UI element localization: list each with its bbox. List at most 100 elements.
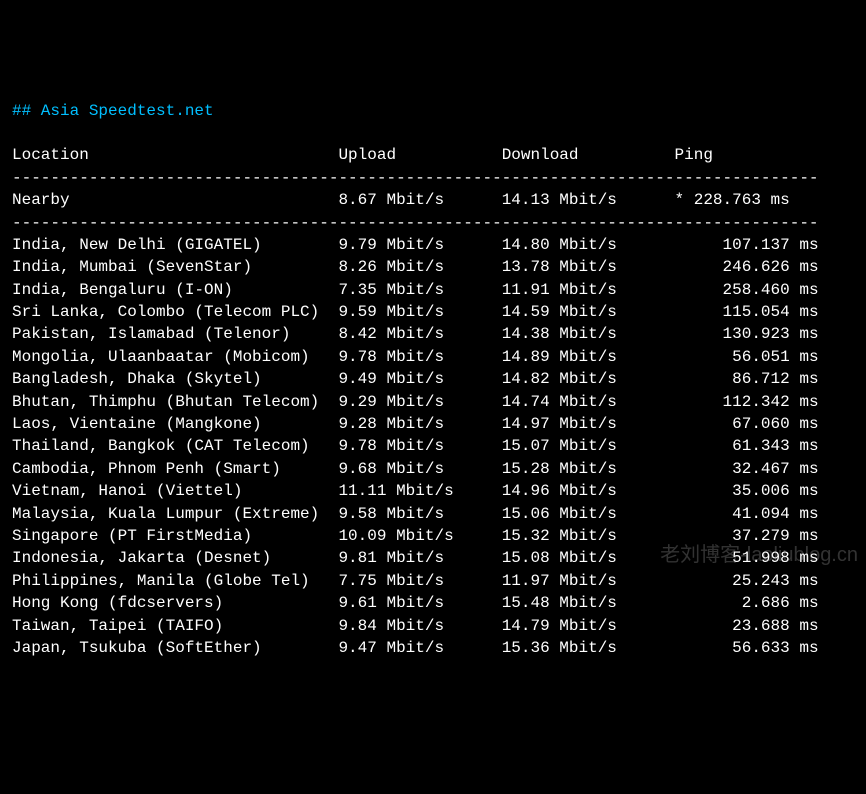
table-row: India, Mumbai (SevenStar) 8.26 Mbit/s 13… xyxy=(12,258,819,276)
cell-location: India, Bengaluru (I-ON) xyxy=(12,281,338,299)
cell-upload: 9.29 Mbit/s xyxy=(338,393,501,411)
cell-ping: 51.998 ms xyxy=(675,549,819,567)
cell-location: Cambodia, Phnom Penh (Smart) xyxy=(12,460,338,478)
cell-ping: 67.060 ms xyxy=(675,415,819,433)
cell-upload: 10.09 Mbit/s xyxy=(338,527,501,545)
cell-location: Singapore (PT FirstMedia) xyxy=(12,527,338,545)
cell-ping: 35.006 ms xyxy=(675,482,819,500)
cell-location: Thailand, Bangkok (CAT Telecom) xyxy=(12,437,338,455)
terminal-output: ## Asia Speedtest.net Location Upload Do… xyxy=(12,100,854,660)
cell-ping: 32.467 ms xyxy=(675,460,819,478)
table-row: Thailand, Bangkok (CAT Telecom) 9.78 Mbi… xyxy=(12,437,819,455)
cell-download: 15.07 Mbit/s xyxy=(502,437,675,455)
cell-download: 14.82 Mbit/s xyxy=(502,370,675,388)
cell-download: 11.97 Mbit/s xyxy=(502,572,675,590)
table-row: India, New Delhi (GIGATEL) 9.79 Mbit/s 1… xyxy=(12,236,819,254)
cell-ping: 2.686 ms xyxy=(675,594,819,612)
cell-download: 14.59 Mbit/s xyxy=(502,303,675,321)
cell-location: Taiwan, Taipei (TAIFO) xyxy=(12,617,338,635)
cell-download: 14.89 Mbit/s xyxy=(502,348,675,366)
divider: ----------------------------------------… xyxy=(12,169,819,187)
cell-ping: 107.137 ms xyxy=(675,236,819,254)
table-row: Taiwan, Taipei (TAIFO) 9.84 Mbit/s 14.79… xyxy=(12,617,819,635)
cell-download: 13.78 Mbit/s xyxy=(502,258,675,276)
cell-upload: 11.11 Mbit/s xyxy=(338,482,501,500)
cell-location: Hong Kong (fdcservers) xyxy=(12,594,338,612)
table-row: Laos, Vientaine (Mangkone) 9.28 Mbit/s 1… xyxy=(12,415,819,433)
column-header-upload: Upload xyxy=(338,146,501,164)
cell-location: Laos, Vientaine (Mangkone) xyxy=(12,415,338,433)
cell-download: 15.36 Mbit/s xyxy=(502,639,675,657)
cell-location: Pakistan, Islamabad (Telenor) xyxy=(12,325,338,343)
nearby-ping: * 228.763 ms xyxy=(675,191,790,209)
cell-download: 15.32 Mbit/s xyxy=(502,527,675,545)
table-row: Philippines, Manila (Globe Tel) 7.75 Mbi… xyxy=(12,572,819,590)
cell-location: India, Mumbai (SevenStar) xyxy=(12,258,338,276)
cell-upload: 9.28 Mbit/s xyxy=(338,415,501,433)
cell-location: Indonesia, Jakarta (Desnet) xyxy=(12,549,338,567)
cell-download: 14.97 Mbit/s xyxy=(502,415,675,433)
table-row: Bangladesh, Dhaka (Skytel) 9.49 Mbit/s 1… xyxy=(12,370,819,388)
cell-upload: 9.49 Mbit/s xyxy=(338,370,501,388)
table-row: Sri Lanka, Colombo (Telecom PLC) 9.59 Mb… xyxy=(12,303,819,321)
cell-download: 14.38 Mbit/s xyxy=(502,325,675,343)
cell-ping: 56.051 ms xyxy=(675,348,819,366)
cell-upload: 8.42 Mbit/s xyxy=(338,325,501,343)
cell-upload: 7.35 Mbit/s xyxy=(338,281,501,299)
cell-ping: 23.688 ms xyxy=(675,617,819,635)
cell-upload: 9.59 Mbit/s xyxy=(338,303,501,321)
nearby-label: Nearby xyxy=(12,191,338,209)
cell-upload: 9.78 Mbit/s xyxy=(338,437,501,455)
cell-download: 15.06 Mbit/s xyxy=(502,505,675,523)
cell-location: Bhutan, Thimphu (Bhutan Telecom) xyxy=(12,393,338,411)
cell-location: Sri Lanka, Colombo (Telecom PLC) xyxy=(12,303,338,321)
cell-ping: 86.712 ms xyxy=(675,370,819,388)
cell-upload: 9.61 Mbit/s xyxy=(338,594,501,612)
cell-upload: 9.79 Mbit/s xyxy=(338,236,501,254)
column-header-location: Location xyxy=(12,146,338,164)
table-row: Pakistan, Islamabad (Telenor) 8.42 Mbit/… xyxy=(12,325,819,343)
cell-download: 14.80 Mbit/s xyxy=(502,236,675,254)
cell-ping: 41.094 ms xyxy=(675,505,819,523)
cell-upload: 9.58 Mbit/s xyxy=(338,505,501,523)
cell-upload: 9.68 Mbit/s xyxy=(338,460,501,478)
table-row: Bhutan, Thimphu (Bhutan Telecom) 9.29 Mb… xyxy=(12,393,819,411)
table-row: Mongolia, Ulaanbaatar (Mobicom) 9.78 Mbi… xyxy=(12,348,819,366)
cell-upload: 9.47 Mbit/s xyxy=(338,639,501,657)
cell-download: 14.74 Mbit/s xyxy=(502,393,675,411)
cell-ping: 115.054 ms xyxy=(675,303,819,321)
table-row: Vietnam, Hanoi (Viettel) 11.11 Mbit/s 14… xyxy=(12,482,819,500)
cell-download: 15.28 Mbit/s xyxy=(502,460,675,478)
cell-download: 14.96 Mbit/s xyxy=(502,482,675,500)
table-row: India, Bengaluru (I-ON) 7.35 Mbit/s 11.9… xyxy=(12,281,819,299)
cell-ping: 37.279 ms xyxy=(675,527,819,545)
cell-location: India, New Delhi (GIGATEL) xyxy=(12,236,338,254)
cell-location: Bangladesh, Dhaka (Skytel) xyxy=(12,370,338,388)
cell-location: Philippines, Manila (Globe Tel) xyxy=(12,572,338,590)
nearby-download: 14.13 Mbit/s xyxy=(502,191,675,209)
cell-ping: 61.343 ms xyxy=(675,437,819,455)
cell-location: Vietnam, Hanoi (Viettel) xyxy=(12,482,338,500)
cell-download: 15.48 Mbit/s xyxy=(502,594,675,612)
table-row: Malaysia, Kuala Lumpur (Extreme) 9.58 Mb… xyxy=(12,505,819,523)
section-title: ## Asia Speedtest.net xyxy=(12,102,214,120)
cell-location: Malaysia, Kuala Lumpur (Extreme) xyxy=(12,505,338,523)
cell-upload: 9.81 Mbit/s xyxy=(338,549,501,567)
column-header-ping: Ping xyxy=(675,146,713,164)
cell-ping: 258.460 ms xyxy=(675,281,819,299)
cell-ping: 25.243 ms xyxy=(675,572,819,590)
table-row: Singapore (PT FirstMedia) 10.09 Mbit/s 1… xyxy=(12,527,819,545)
table-row: Hong Kong (fdcservers) 9.61 Mbit/s 15.48… xyxy=(12,594,819,612)
cell-download: 15.08 Mbit/s xyxy=(502,549,675,567)
table-row: Cambodia, Phnom Penh (Smart) 9.68 Mbit/s… xyxy=(12,460,819,478)
table-row: Japan, Tsukuba (SoftEther) 9.47 Mbit/s 1… xyxy=(12,639,819,657)
column-header-download: Download xyxy=(502,146,675,164)
divider: ----------------------------------------… xyxy=(12,214,819,232)
cell-upload: 8.26 Mbit/s xyxy=(338,258,501,276)
cell-upload: 9.78 Mbit/s xyxy=(338,348,501,366)
cell-ping: 246.626 ms xyxy=(675,258,819,276)
cell-location: Japan, Tsukuba (SoftEther) xyxy=(12,639,338,657)
nearby-upload: 8.67 Mbit/s xyxy=(338,191,501,209)
table-row: Indonesia, Jakarta (Desnet) 9.81 Mbit/s … xyxy=(12,549,819,567)
cell-ping: 112.342 ms xyxy=(675,393,819,411)
